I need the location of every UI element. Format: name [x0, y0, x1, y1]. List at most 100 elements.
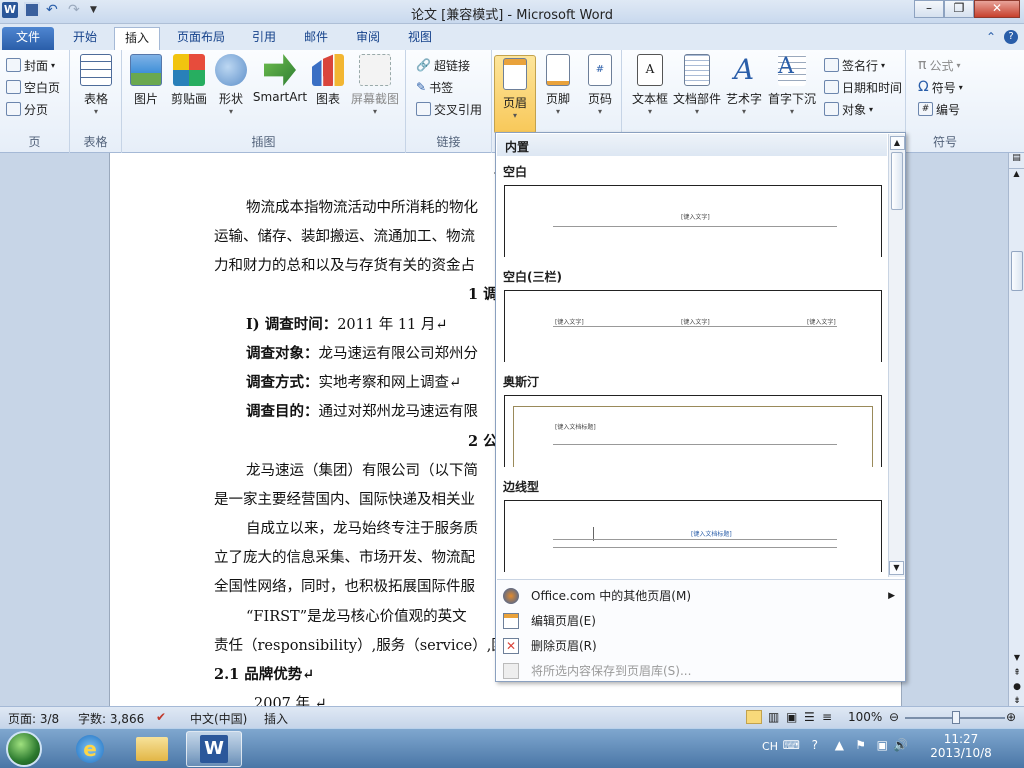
proofing-icon[interactable]: ✔	[156, 710, 166, 724]
full-screen-reading-view-icon[interactable]: ▥	[768, 710, 779, 724]
table-button[interactable]: 表格 ▾	[78, 54, 114, 117]
zoom-out-icon[interactable]: ⊖	[889, 710, 899, 724]
taskbar-ie-button[interactable]: e	[62, 731, 118, 767]
scroll-up-icon[interactable]: ▲	[1009, 169, 1024, 183]
show-hidden-icons-icon[interactable]: ▲	[835, 738, 844, 752]
scroll-down-icon[interactable]: ▼	[1009, 653, 1024, 662]
picture-button[interactable]: 图片	[128, 54, 164, 107]
tab-references[interactable]: 引用	[242, 27, 286, 50]
tab-insert[interactable]: 插入	[114, 27, 160, 50]
save-selection-to-gallery-menu-item[interactable]: 将所选内容保存到页眉库(S)...	[497, 658, 905, 683]
scroll-thumb[interactable]	[1011, 251, 1023, 291]
clipart-button[interactable]: 剪贴画	[168, 54, 210, 107]
group-tables-label: 表格	[83, 135, 108, 149]
group-illustrations-label: 插图	[251, 135, 276, 149]
insert-mode-indicator[interactable]: 插入	[264, 710, 288, 727]
remove-header-label: 删除页眉(R)	[531, 639, 597, 653]
footer-button[interactable]: 页脚 ▾	[538, 54, 578, 117]
minimize-button[interactable]: –	[914, 0, 944, 18]
date-time-button[interactable]: 日期和时间	[824, 78, 902, 96]
blank-page-button[interactable]: 空白页	[6, 78, 60, 96]
symbol-button[interactable]: Ω 符号 ▾	[918, 78, 963, 96]
print-layout-view-icon[interactable]	[746, 710, 762, 724]
maximize-button[interactable]: ❐	[944, 0, 974, 18]
tab-page-layout[interactable]: 页面布局	[168, 27, 234, 50]
smartart-button[interactable]: SmartArt	[252, 54, 308, 104]
header-option-blank-three-column[interactable]: [键入文字] [键入文字] [键入文字]	[504, 290, 882, 362]
taskbar-word-button[interactable]: W	[186, 731, 242, 767]
network-icon[interactable]: ▣	[877, 738, 888, 752]
gallery-scroll-up-icon[interactable]: ▲	[889, 136, 905, 150]
header-rule	[553, 539, 837, 540]
vertical-scrollbar[interactable]: ▤ ▲ ▼ ⇞ ● ⇟	[1008, 153, 1024, 706]
page-number-button[interactable]: # 页码 ▾	[580, 54, 620, 117]
cross-reference-button[interactable]: 交叉引用	[416, 100, 482, 118]
chart-label: 图表	[315, 92, 340, 106]
survey-time-label: I) 调查时间：	[246, 316, 338, 333]
tab-mailings[interactable]: 邮件	[294, 27, 338, 50]
previous-page-icon[interactable]: ⇞	[1009, 668, 1024, 678]
browse-object-icon[interactable]: ●	[1009, 682, 1024, 692]
gallery-scroll-down-icon[interactable]: ▼	[889, 561, 904, 575]
page-count[interactable]: 页面: 3/8	[8, 710, 59, 727]
tab-review[interactable]: 审阅	[346, 27, 390, 50]
collapse-ribbon-icon[interactable]: ⌃	[986, 30, 996, 44]
more-headers-office-label: Office.com 中的其他页眉(M)	[531, 589, 692, 603]
signature-line-button[interactable]: 签名行 ▾	[824, 56, 885, 74]
cross-reference-label: 交叉引用	[434, 102, 483, 117]
help-icon[interactable]: ?	[1004, 30, 1018, 44]
ime-indicator[interactable]: CH	[762, 740, 778, 753]
table-icon	[80, 54, 112, 86]
action-center-flag-icon[interactable]: ⚑	[855, 738, 866, 752]
wordart-button[interactable]: A 艺术字 ▾	[724, 54, 764, 117]
ruler-toggle-icon[interactable]: ▤	[1009, 153, 1024, 169]
draft-view-icon[interactable]: ≡	[822, 710, 832, 724]
language-indicator[interactable]: 中文(中国)	[190, 710, 247, 727]
tab-file[interactable]: 文件	[2, 27, 54, 50]
textbox-button[interactable]: A 文本框 ▾	[630, 54, 670, 117]
header-button[interactable]: 页眉 ▾	[494, 55, 536, 134]
close-button[interactable]: ✕	[974, 0, 1020, 18]
survey-method-label: 调查方式：	[246, 374, 319, 391]
more-headers-office-menu-item[interactable]: Office.com 中的其他页眉(M) ▶	[497, 583, 905, 608]
gallery-scroll-thumb[interactable]	[891, 152, 903, 210]
screenshot-button[interactable]: 屏幕截图 ▾	[348, 54, 402, 117]
header-option-austin[interactable]: [键入文档标题]	[504, 395, 882, 467]
header-option-sideline[interactable]: [键入文档标题]	[504, 500, 882, 572]
header-option-blank[interactable]: [键入文字]	[504, 185, 882, 257]
zoom-in-icon[interactable]: ⊕	[1006, 710, 1016, 724]
clock[interactable]: 11:27 2013/10/8	[926, 732, 996, 760]
start-button[interactable]	[6, 731, 42, 767]
zoom-level[interactable]: 100%	[848, 710, 882, 724]
word-count[interactable]: 字数: 3,866	[78, 710, 144, 727]
clipart-label: 剪贴画	[170, 92, 207, 106]
tab-view[interactable]: 视图	[398, 27, 442, 50]
next-page-icon[interactable]: ⇟	[1009, 696, 1024, 706]
doc-line: 物流成本指物流活动中所消耗的物化	[246, 200, 478, 216]
web-layout-view-icon[interactable]: ▣	[786, 710, 797, 724]
taskbar-explorer-button[interactable]	[124, 731, 180, 767]
zoom-slider-knob[interactable]	[952, 711, 960, 724]
page-break-button[interactable]: 分页	[6, 100, 48, 118]
volume-icon[interactable]: 🔊	[893, 738, 908, 752]
calendar-icon	[824, 80, 839, 94]
word-icon: W	[200, 735, 228, 763]
edit-header-menu-item[interactable]: 编辑页眉(E)	[497, 608, 905, 633]
quick-parts-button[interactable]: 文档部件 ▾	[672, 54, 722, 117]
gallery-scrollbar[interactable]: ▲ ▼	[888, 134, 905, 577]
office-globe-icon	[503, 587, 519, 604]
outline-view-icon[interactable]: ☰	[804, 710, 815, 724]
remove-header-menu-item[interactable]: ✕ 删除页眉(R)	[497, 633, 905, 658]
numbering-button[interactable]: # 编号	[918, 100, 960, 118]
shapes-button[interactable]: 形状 ▾	[214, 54, 248, 117]
drop-cap-button[interactable]: A 首字下沉 ▾	[766, 54, 818, 117]
chart-button[interactable]: 图表	[312, 54, 344, 107]
keyboard-icon[interactable]: ⌨	[783, 738, 800, 752]
object-button[interactable]: 对象 ▾	[824, 100, 873, 118]
cover-page-button[interactable]: 封面 ▾	[6, 56, 55, 74]
hyperlink-button[interactable]: 🔗 超链接	[416, 56, 470, 74]
equation-button[interactable]: π 公式 ▾	[918, 56, 960, 74]
help-icon[interactable]: ?	[812, 738, 818, 752]
bookmark-button[interactable]: ✎ 书签	[416, 78, 453, 96]
tab-home[interactable]: 开始	[62, 27, 108, 50]
